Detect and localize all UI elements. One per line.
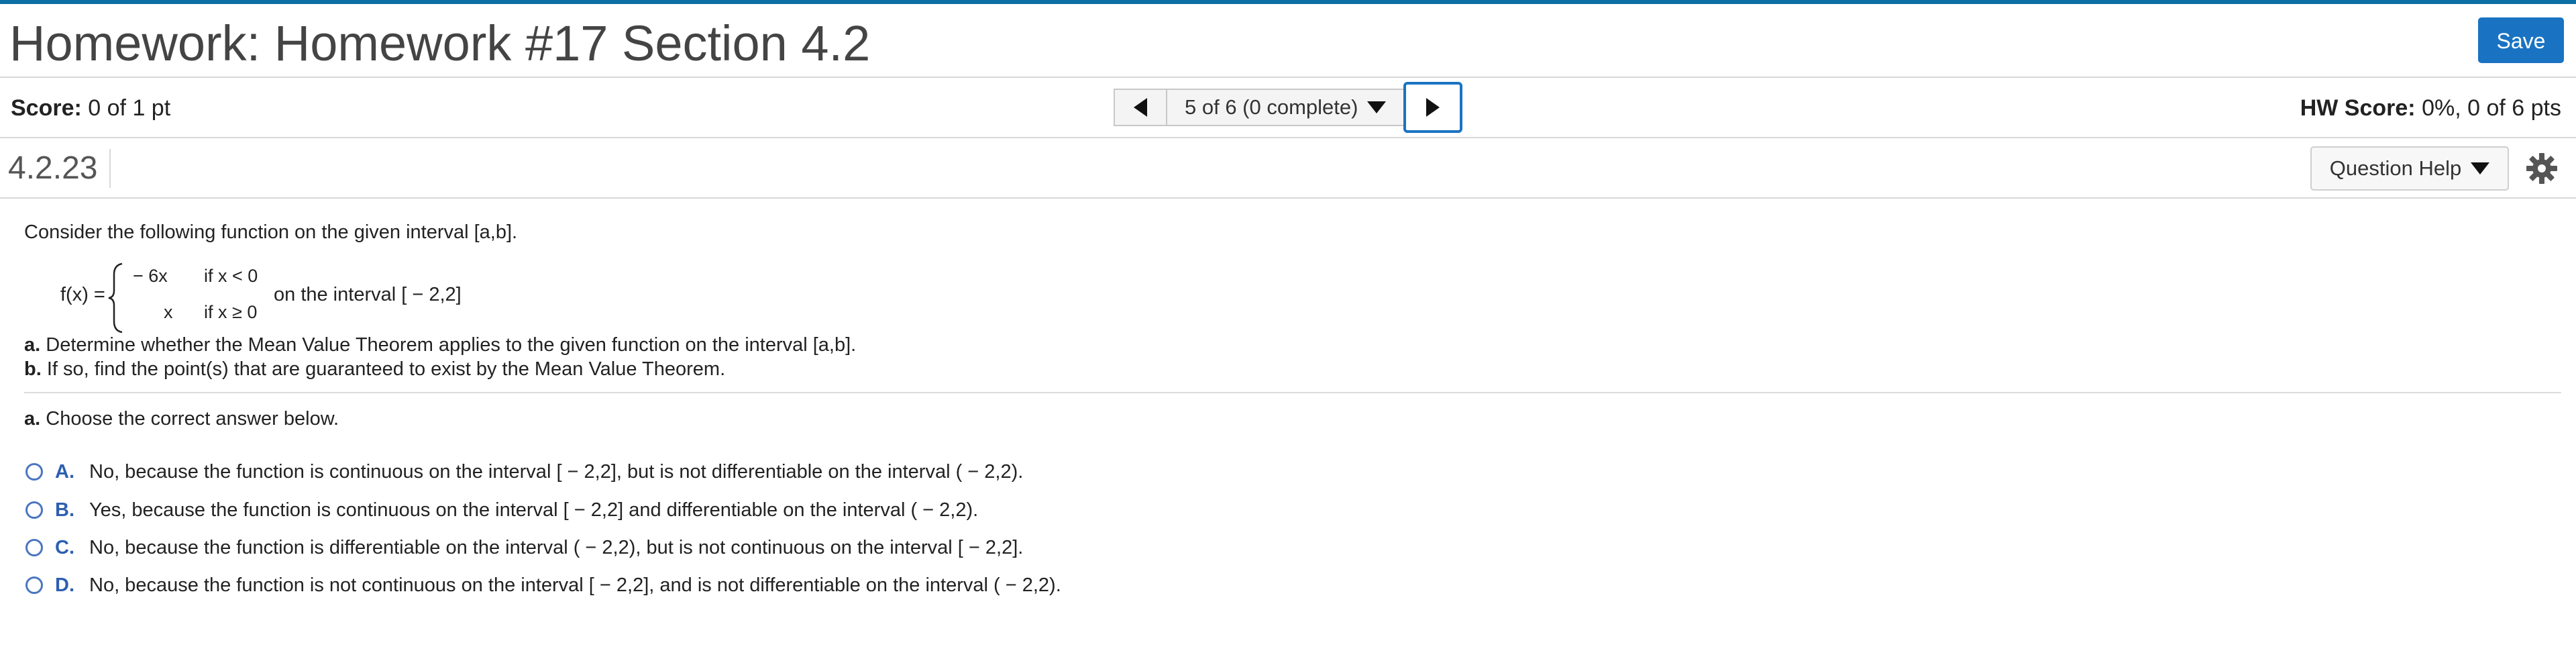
next-question-button[interactable] bbox=[1403, 82, 1463, 133]
save-button[interactable]: Save bbox=[2478, 17, 2564, 63]
triangle-down-icon bbox=[1367, 101, 1387, 113]
question-number: 4.2.23 bbox=[8, 149, 111, 188]
question-bar: 4.2.23 Question Help bbox=[0, 138, 2576, 199]
answer-option-d[interactable]: D. No, because the function is not conti… bbox=[25, 573, 1061, 597]
triangle-down-icon bbox=[2471, 162, 2490, 174]
triangle-right-icon bbox=[1426, 98, 1440, 117]
piece2-condition: if x ≥ 0 bbox=[204, 302, 258, 322]
option-letter: C. bbox=[55, 536, 74, 558]
part-b: b. If so, find the point(s) that are gua… bbox=[24, 358, 725, 381]
option-letter: B. bbox=[55, 499, 74, 521]
gear-icon[interactable] bbox=[2525, 152, 2559, 185]
score-label: Score: bbox=[11, 95, 82, 121]
score-value: 0 of 1 pt bbox=[88, 95, 171, 121]
piece1-expression: − 6x bbox=[133, 266, 168, 286]
radio-button[interactable] bbox=[25, 463, 43, 481]
question-help-label: Question Help bbox=[2329, 156, 2462, 180]
part-b-label: b. bbox=[24, 358, 42, 380]
header: Homework: Homework #17 Section 4.2 Save bbox=[0, 4, 2576, 78]
radio-button[interactable] bbox=[25, 539, 43, 556]
part-a-text: Determine whether the Mean Value Theorem… bbox=[46, 334, 857, 356]
question-intro: Consider the following function on the g… bbox=[24, 221, 518, 243]
previous-question-button[interactable] bbox=[1114, 89, 1167, 126]
option-text: No, because the function is differentiab… bbox=[89, 536, 1024, 558]
answer-prompt-label: a. bbox=[24, 408, 41, 430]
answer-option-b[interactable]: B. Yes, because the function is continuo… bbox=[25, 498, 978, 522]
option-text: Yes, because the function is continuous … bbox=[89, 499, 979, 521]
question-score: Score: 0 of 1 pt bbox=[11, 95, 170, 121]
answer-prompt: a. Choose the correct answer below. bbox=[24, 408, 339, 430]
option-letter: A. bbox=[55, 460, 74, 483]
answer-prompt-text: Choose the correct answer below. bbox=[46, 408, 339, 430]
option-letter: D. bbox=[55, 574, 74, 596]
hw-score-value: 0%, 0 of 6 pts bbox=[2422, 95, 2561, 121]
question-select-dropdown[interactable]: 5 of 6 (0 complete) bbox=[1167, 89, 1404, 126]
part-b-text: If so, find the point(s) that are guaran… bbox=[46, 358, 726, 380]
answer-option-c[interactable]: C. No, because the function is different… bbox=[25, 536, 1023, 560]
interval-text: on the interval [ − 2,2] bbox=[274, 284, 462, 305]
option-text: No, because the function is not continuo… bbox=[89, 574, 1061, 596]
triangle-left-icon bbox=[1134, 98, 1147, 117]
nav-status-text: 5 of 6 (0 complete) bbox=[1185, 95, 1358, 119]
hw-score-label: HW Score: bbox=[2300, 95, 2416, 121]
radio-button[interactable] bbox=[25, 501, 43, 519]
option-text: No, because the function is continuous o… bbox=[89, 460, 1024, 483]
page-title: Homework: Homework #17 Section 4.2 bbox=[9, 15, 871, 71]
left-brace-icon bbox=[108, 262, 123, 334]
section-divider bbox=[24, 392, 2561, 393]
hw-score: HW Score: 0%, 0 of 6 pts bbox=[2300, 95, 2561, 121]
part-a-label: a. bbox=[24, 334, 41, 356]
score-bar: Score: 0 of 1 pt 5 of 6 (0 complete) HW … bbox=[0, 78, 2576, 138]
answer-option-a[interactable]: A. No, because the function is continuou… bbox=[25, 460, 1023, 484]
question-help-button[interactable]: Question Help bbox=[2310, 146, 2509, 191]
radio-button[interactable] bbox=[25, 576, 43, 594]
piece2-expression: x bbox=[164, 302, 173, 322]
function-label: f(x) = bbox=[60, 284, 105, 305]
part-a: a. Determine whether the Mean Value Theo… bbox=[24, 334, 856, 356]
question-navigator: 5 of 6 (0 complete) bbox=[1114, 82, 1463, 133]
piece1-condition: if x < 0 bbox=[204, 266, 258, 286]
